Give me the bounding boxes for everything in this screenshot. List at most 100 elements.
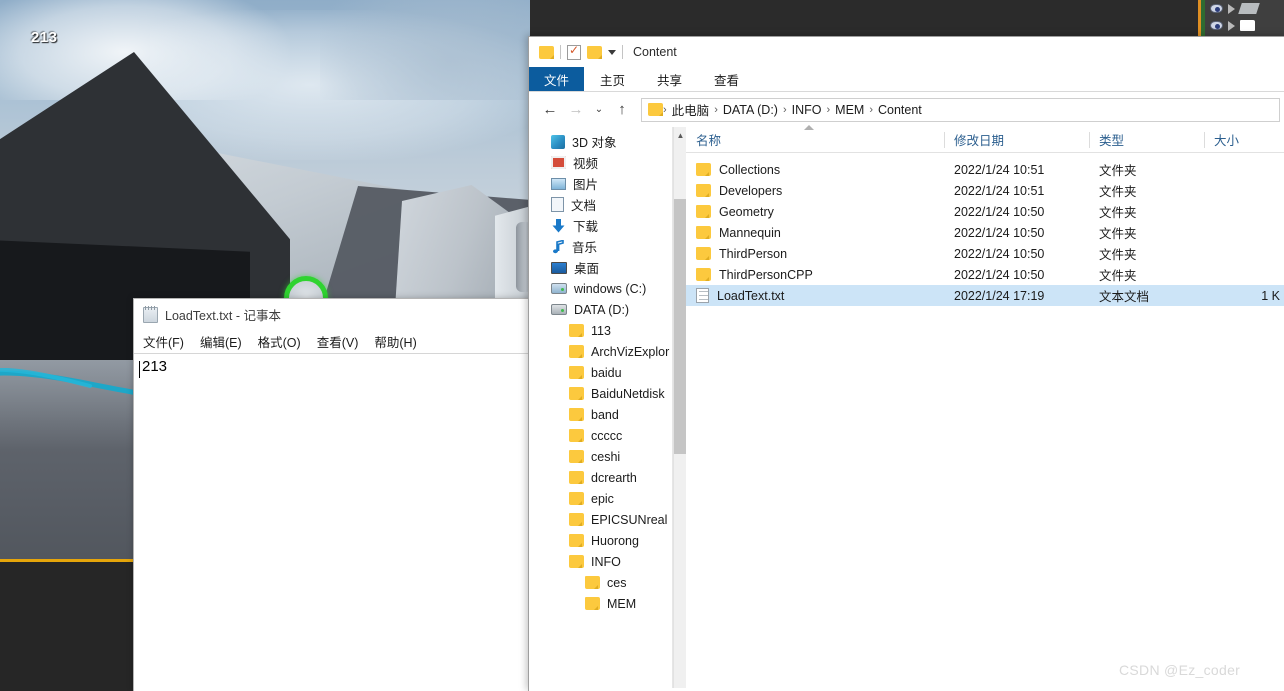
hud-counter-text: 213 — [31, 29, 58, 46]
notepad-text-area[interactable]: 213 — [134, 354, 532, 691]
file-date: 2022/1/24 10:50 — [954, 225, 1045, 240]
column-header-date[interactable]: 修改日期 — [944, 127, 1089, 153]
folder-icon — [569, 429, 584, 442]
file-name-cell: Mannequin — [686, 222, 944, 243]
file-date: 2022/1/24 10:51 — [954, 183, 1045, 198]
file-list-pane[interactable]: 名称 修改日期 类型 大小 Collections 2022/1/24 10:5… — [686, 125, 1284, 688]
tree-item-drive-c[interactable]: windows (C:) — [529, 278, 686, 299]
notepad-window[interactable]: LoadText.txt - 记事本 文件(F) 编辑(E) 格式(O) 查看(… — [133, 298, 533, 691]
table-row[interactable]: ThirdPersonCPP 2022/1/24 10:50 文件夹 — [686, 264, 1284, 285]
table-row[interactable]: Mannequin 2022/1/24 10:50 文件夹 — [686, 222, 1284, 243]
menu-file[interactable]: 文件(F) — [143, 332, 184, 351]
ue-editor-panel: ▸ Geometry ▸ ▼ 过滤器 — [0, 562, 136, 691]
world-outliner-panel[interactable] — [1198, 0, 1284, 36]
properties-icon[interactable] — [567, 43, 581, 60]
notepad-titlebar[interactable]: LoadText.txt - 记事本 — [134, 299, 532, 330]
file-size — [1204, 180, 1284, 201]
forward-button[interactable]: → — [563, 97, 589, 123]
table-row[interactable]: Geometry 2022/1/24 10:50 文件夹 — [686, 201, 1284, 222]
toolbar-separator — [560, 45, 561, 59]
tree-item-label: 桌面 — [574, 262, 600, 276]
tree-item-epicsunreal[interactable]: EPICSUNreal — [529, 509, 686, 530]
table-row[interactable]: LoadText.txt 2022/1/24 17:19 文本文档 1 K — [686, 285, 1284, 306]
table-row[interactable]: Collections 2022/1/24 10:51 文件夹 — [686, 159, 1284, 180]
tree-scrollbar[interactable]: ▲ — [673, 127, 686, 688]
navigation-tree-pane[interactable]: 3D 对象 视频 图片 文档 下载 音乐 桌面 windows (C:) DAT… — [529, 127, 686, 688]
tree-item-info[interactable]: INFO — [529, 551, 686, 572]
eye-icon[interactable] — [1210, 4, 1223, 13]
tree-item-music[interactable]: 音乐 — [529, 236, 686, 257]
file-size — [1204, 159, 1284, 180]
tree-item-label: 音乐 — [572, 241, 598, 255]
table-row[interactable]: Developers 2022/1/24 10:51 文件夹 — [686, 180, 1284, 201]
breadcrumb-this-pc[interactable]: 此电脑 — [667, 100, 715, 119]
folder-icon — [569, 387, 584, 400]
breadcrumb-content[interactable]: Content — [873, 103, 927, 117]
watermark-text: CSDN @Ez_coder — [1119, 662, 1241, 678]
outliner-row[interactable] — [1198, 17, 1284, 34]
recent-locations-button[interactable]: ⌄ — [589, 97, 609, 123]
tree-item-downloads[interactable]: 下载 — [529, 215, 686, 236]
stack-icon — [1238, 3, 1260, 14]
tree-item-label: ArchVizExplor — [591, 344, 670, 359]
text-file-icon — [696, 288, 709, 303]
tree-item-3d-objects[interactable]: 3D 对象 — [529, 131, 686, 152]
file-explorer-window[interactable]: Content 文件 主页 共享 查看 ← → ⌄ ↑ › 此电脑 › DATA… — [528, 36, 1284, 691]
file-name-cell: LoadText.txt — [686, 285, 944, 306]
menu-edit[interactable]: 编辑(E) — [200, 332, 242, 351]
tree-item-pictures[interactable]: 图片 — [529, 173, 686, 194]
tree-item-baidunetdisk[interactable]: BaiduNetdisk — [529, 383, 686, 404]
breadcrumb-info[interactable]: INFO — [787, 103, 827, 117]
menu-view[interactable]: 查看(V) — [317, 332, 359, 351]
tree-item-mem[interactable]: MEM — [529, 593, 686, 614]
explorer-titlebar[interactable]: Content — [529, 37, 1284, 67]
breadcrumb-data-d[interactable]: DATA (D:) — [718, 103, 783, 117]
tree-item-baidu[interactable]: baidu — [529, 362, 686, 383]
tree-item-ces[interactable]: ces — [529, 572, 686, 593]
tree-item-drive-d[interactable]: DATA (D:) — [529, 299, 686, 320]
tree-item-epic[interactable]: epic — [529, 488, 686, 509]
tree-item-band[interactable]: band — [529, 404, 686, 425]
screen-root: 213 ▸ Geometry ▸ — [0, 0, 1284, 691]
tree-item-113[interactable]: 113 — [529, 320, 686, 341]
notepad-content: 213 — [142, 358, 168, 375]
menu-help[interactable]: 帮助(H) — [374, 332, 416, 351]
tree-item-videos[interactable]: 视频 — [529, 152, 686, 173]
table-row[interactable]: ThirdPerson 2022/1/24 10:50 文件夹 — [686, 243, 1284, 264]
tab-view[interactable]: 查看 — [698, 67, 755, 91]
back-button[interactable]: ← — [537, 97, 563, 123]
up-button[interactable]: ↑ — [609, 97, 635, 123]
address-bar[interactable]: › 此电脑 › DATA (D:) › INFO › MEM › Content — [641, 97, 1280, 122]
tree-item-dcrearth[interactable]: dcrearth — [529, 467, 686, 488]
tab-share[interactable]: 共享 — [641, 67, 698, 91]
tree-item-desktop[interactable]: 桌面 — [529, 257, 686, 278]
scrollbar-thumb[interactable] — [674, 199, 686, 454]
tree-item-huorong[interactable]: Huorong — [529, 530, 686, 551]
tree-item-ccccc[interactable]: ccccc — [529, 425, 686, 446]
tree-item-ceshi[interactable]: ceshi — [529, 446, 686, 467]
file-name-cell: ThirdPerson — [686, 243, 944, 264]
column-header-type[interactable]: 类型 — [1089, 127, 1204, 153]
tree-item-label: BaiduNetdisk — [591, 386, 665, 401]
tab-file[interactable]: 文件 — [529, 67, 585, 91]
eye-icon[interactable] — [1210, 21, 1223, 30]
tree-item-label: 视频 — [573, 157, 599, 171]
file-date: 2022/1/24 10:50 — [954, 267, 1045, 282]
scroll-up-icon[interactable]: ▲ — [674, 127, 686, 144]
column-header-name[interactable]: 名称 — [686, 127, 944, 153]
breadcrumb-mem[interactable]: MEM — [830, 103, 869, 117]
file-size — [1204, 243, 1284, 264]
drive-icon — [551, 283, 567, 294]
outliner-row[interactable] — [1198, 0, 1284, 17]
tab-home[interactable]: 主页 — [584, 67, 641, 91]
tree-item-documents[interactable]: 文档 — [529, 194, 686, 215]
file-type: 文件夹 — [1099, 185, 1137, 199]
download-icon — [551, 218, 566, 233]
quick-access-folder-icon[interactable] — [539, 45, 554, 59]
explorer-body: 3D 对象 视频 图片 文档 下载 音乐 桌面 windows (C:) DAT… — [529, 125, 1284, 688]
menu-format[interactable]: 格式(O) — [258, 332, 301, 351]
column-header-size[interactable]: 大小 — [1204, 127, 1284, 153]
tree-item-archvizexplorer[interactable]: ArchVizExplor — [529, 341, 686, 362]
chevron-down-icon[interactable] — [608, 49, 616, 55]
new-folder-icon[interactable] — [587, 45, 602, 59]
